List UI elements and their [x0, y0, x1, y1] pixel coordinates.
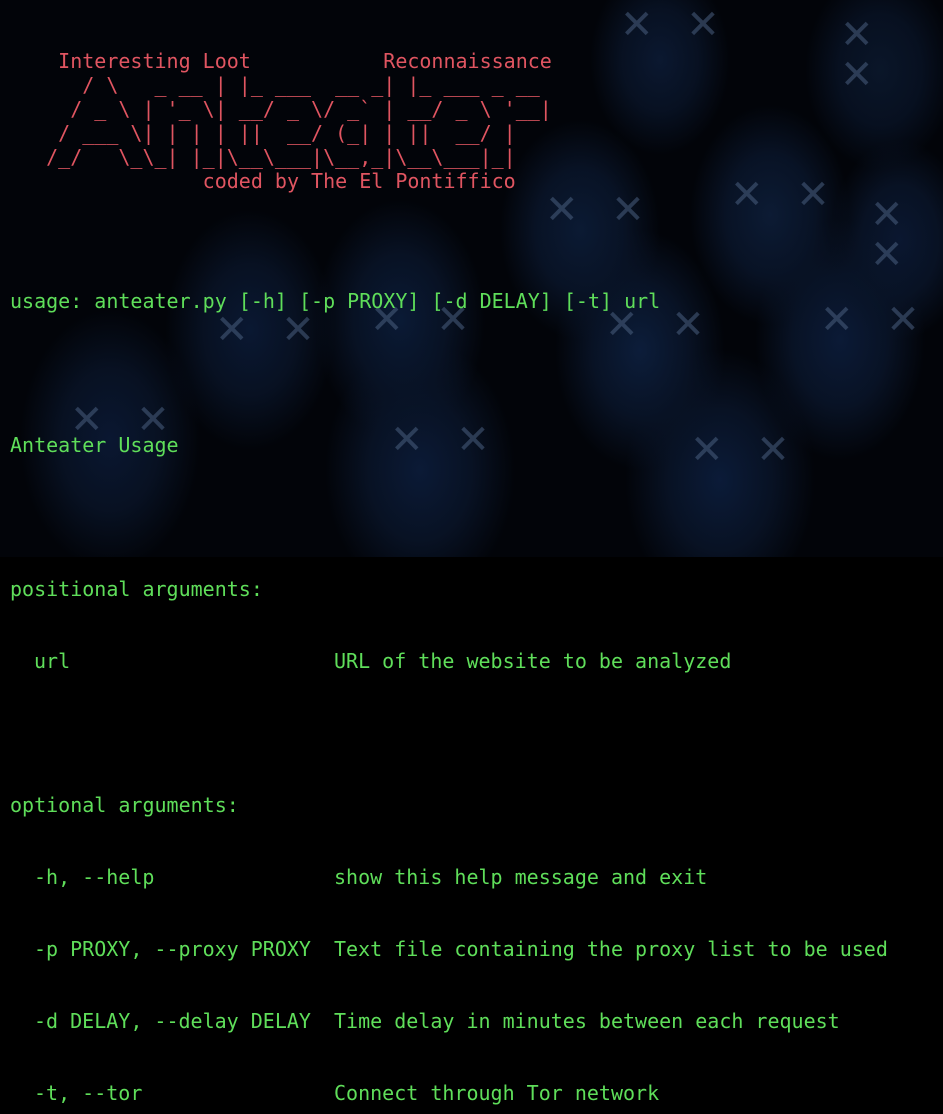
banner-art-line: / ___ \| | | | || __/ (_| | || __/ |: [10, 121, 516, 145]
argument-flag: -d DELAY, --delay DELAY: [34, 1009, 311, 1033]
argument-row: -p PROXY, --proxy PROXY Text file contai…: [10, 937, 888, 961]
argument-description: Text file containing the proxy list to b…: [334, 937, 888, 961]
argument-description: show this help message and exit: [334, 865, 708, 889]
positional-header: positional arguments:: [10, 577, 263, 601]
banner-art-line: /_/ \_\_| |_|\__\___|\__,_|\__\___|_|: [10, 145, 516, 169]
ascii-banner: Interesting Loot Reconnaissance / \ _ __…: [10, 49, 552, 193]
optional-header: optional arguments:: [10, 793, 239, 817]
banner-tagline: Interesting Loot Reconnaissance: [10, 49, 552, 73]
argument-row: -t, --tor Connect through Tor network: [10, 1081, 888, 1105]
banner-art-line: / \ _ __ | |_ ___ __ _| |_ ___ _ __: [10, 73, 540, 97]
argument-description: Time delay in minutes between each reque…: [334, 1009, 840, 1033]
argument-flag: -p PROXY, --proxy PROXY: [34, 937, 311, 961]
terminal-output[interactable]: Interesting Loot Reconnaissance / \ _ __…: [0, 0, 943, 1105]
argument-flag: url: [34, 649, 71, 673]
banner-credit: coded by The El Pontiffico: [10, 169, 516, 193]
argument-row: -h, --help show this help message and ex…: [10, 865, 888, 889]
help-output: usage: anteater.py [-h] [-p PROXY] [-d D…: [10, 241, 888, 1114]
usage-line: usage: anteater.py [-h] [-p PROXY] [-d D…: [10, 289, 661, 313]
argument-description: Connect through Tor network: [334, 1081, 660, 1105]
argument-description: URL of the website to be analyzed: [334, 649, 732, 673]
banner-art-line: / _ \ | '_ \| __/ _ \/ _` | __/ _ \ '__|: [10, 97, 552, 121]
description-line: Anteater Usage: [10, 433, 179, 457]
argument-flag: -t, --tor: [34, 1081, 143, 1105]
argument-row: -d DELAY, --delay DELAY Time delay in mi…: [10, 1009, 888, 1033]
argument-flag: -h, --help: [34, 865, 155, 889]
argument-row: url URL of the website to be analyzed: [10, 649, 888, 673]
